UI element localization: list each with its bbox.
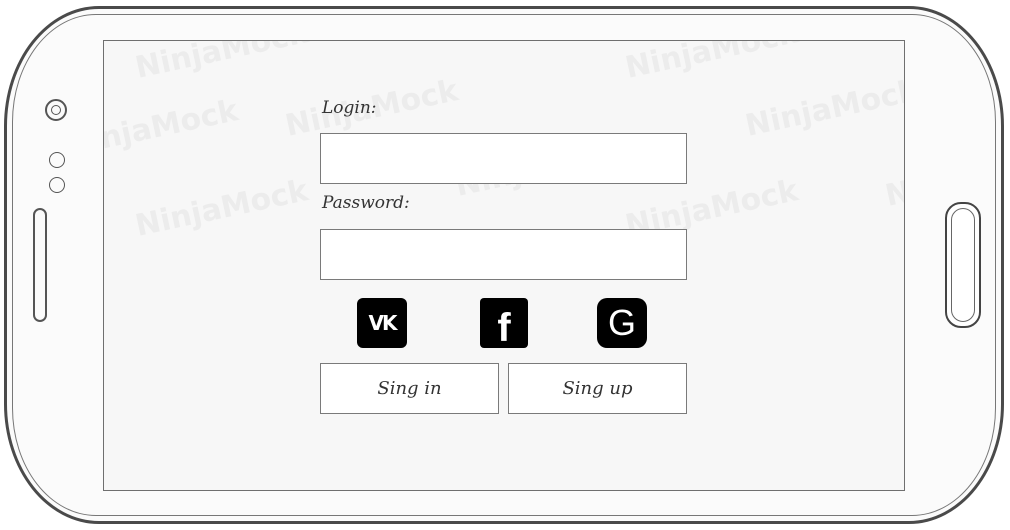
facebook-icon[interactable]: f xyxy=(480,298,528,350)
watermark: NinjaMock xyxy=(132,173,312,244)
login-input[interactable] xyxy=(320,133,687,184)
login-label: Login: xyxy=(322,98,377,118)
watermark: NinjaMock xyxy=(742,73,905,144)
watermark: NinjaMock xyxy=(882,143,905,214)
watermark: NinjaMock xyxy=(103,93,242,164)
home-button[interactable] xyxy=(945,202,981,328)
vk-icon[interactable]: VK xyxy=(357,298,407,348)
speaker-grille xyxy=(33,208,47,322)
sensor-icon xyxy=(49,177,65,193)
vk-icon-label: VK xyxy=(368,311,398,335)
facebook-icon-label: f xyxy=(497,305,511,350)
watermark: NinjaMock xyxy=(622,40,802,86)
password-input[interactable] xyxy=(320,229,687,280)
google-icon[interactable]: G xyxy=(597,298,647,348)
password-label: Password: xyxy=(322,193,410,213)
google-icon-label: G xyxy=(607,302,636,343)
camera-icon xyxy=(45,99,67,121)
sensor-icon xyxy=(49,152,65,168)
sign-up-button[interactable]: Sing up xyxy=(508,363,687,414)
sign-in-button[interactable]: Sing in xyxy=(320,363,499,414)
watermark: NinjaMock xyxy=(132,40,312,86)
